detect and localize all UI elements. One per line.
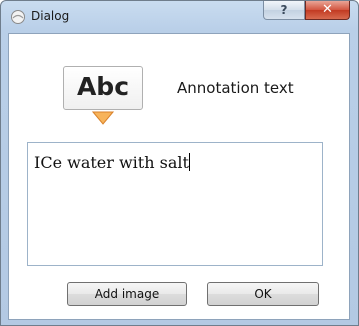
annotation-text-value: ICe water with salt (34, 153, 189, 172)
ok-button[interactable]: OK (207, 282, 319, 306)
app-icon (11, 10, 25, 24)
title-bar[interactable]: Dialog ? ✕ (1, 1, 358, 33)
window-title: Dialog (31, 9, 70, 23)
dialog-window: Dialog ? ✕ Abc Annotation text ICe water… (0, 0, 359, 326)
annotation-text-input[interactable]: ICe water with salt (27, 142, 323, 266)
annotation-heading: Annotation text (177, 79, 294, 97)
help-button[interactable]: ? (263, 1, 305, 20)
add-image-button[interactable]: Add image (67, 282, 187, 306)
text-caret (188, 153, 190, 171)
dropdown-arrow-icon[interactable] (92, 111, 114, 125)
text-style-preview-button[interactable]: Abc (63, 66, 143, 110)
close-button[interactable]: ✕ (305, 1, 350, 20)
dialog-body: Abc Annotation text ICe water with salt … (8, 33, 350, 320)
